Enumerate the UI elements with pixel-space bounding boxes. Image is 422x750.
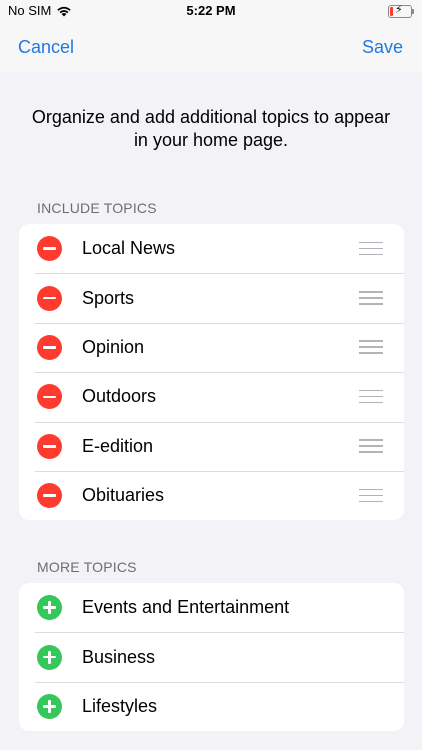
topic-label: Events and Entertainment (82, 597, 290, 618)
remove-circle-icon[interactable] (37, 334, 62, 360)
topic-row[interactable]: Events and Entertainment (19, 583, 404, 632)
battery-level (390, 7, 393, 16)
topic-row[interactable]: Outdoors (19, 372, 404, 421)
cancel-button[interactable]: Cancel (18, 37, 74, 58)
battery-charging-icon: ⚡ (388, 4, 414, 18)
topic-label: Sports (82, 287, 135, 308)
topic-row[interactable]: E-edition (19, 421, 404, 471)
include-topics-header: INCLUDE TOPICS (37, 200, 157, 216)
remove-circle-icon[interactable] (37, 384, 62, 410)
topic-label: E-edition (82, 435, 154, 456)
topic-row[interactable]: Business (19, 632, 404, 681)
more-topics-header: MORE TOPICS (37, 559, 137, 575)
include-topics-list: Local News Sports Opinion Outdoors E-edition… (19, 224, 404, 521)
reorder-handle-icon[interactable] (359, 389, 383, 404)
navigation-bar: Cancel Save (0, 24, 422, 72)
reorder-handle-icon[interactable] (359, 488, 383, 503)
topic-label: Outdoors (82, 386, 157, 407)
topic-label: Local News (82, 238, 176, 259)
topic-row[interactable]: Opinion (19, 322, 404, 372)
topic-row[interactable]: Local News (19, 224, 404, 273)
topic-label: Business (82, 646, 156, 667)
add-circle-icon[interactable] (37, 693, 62, 719)
more-topics-list: Events and Entertainment Business Lifestyl… (19, 583, 404, 732)
reorder-handle-icon[interactable] (359, 439, 383, 453)
status-bar: No SIM 5:22 PM ⚡ (0, 0, 422, 24)
topic-row[interactable]: Sports (19, 273, 404, 322)
add-circle-icon[interactable] (37, 595, 62, 621)
remove-circle-icon[interactable] (37, 236, 62, 262)
charging-bolt-icon: ⚡ (395, 4, 403, 16)
reorder-handle-icon[interactable] (359, 241, 383, 256)
save-button[interactable]: Save (362, 37, 403, 58)
topic-label: Opinion (82, 336, 145, 357)
topic-label: Lifestyles (82, 695, 158, 716)
reorder-handle-icon[interactable] (359, 291, 383, 305)
topic-row[interactable]: Lifestyles (19, 681, 404, 731)
remove-circle-icon[interactable] (37, 433, 62, 459)
reorder-handle-icon[interactable] (359, 340, 383, 354)
add-circle-icon[interactable] (37, 644, 62, 670)
topic-label: Obituaries (82, 485, 165, 506)
intro-description: Organize and add additional topics to ap… (31, 107, 391, 150)
remove-circle-icon[interactable] (37, 285, 62, 311)
status-time: 5:22 PM (186, 3, 236, 18)
remove-circle-icon[interactable] (37, 483, 62, 509)
topic-row[interactable]: Obituaries (19, 470, 404, 520)
